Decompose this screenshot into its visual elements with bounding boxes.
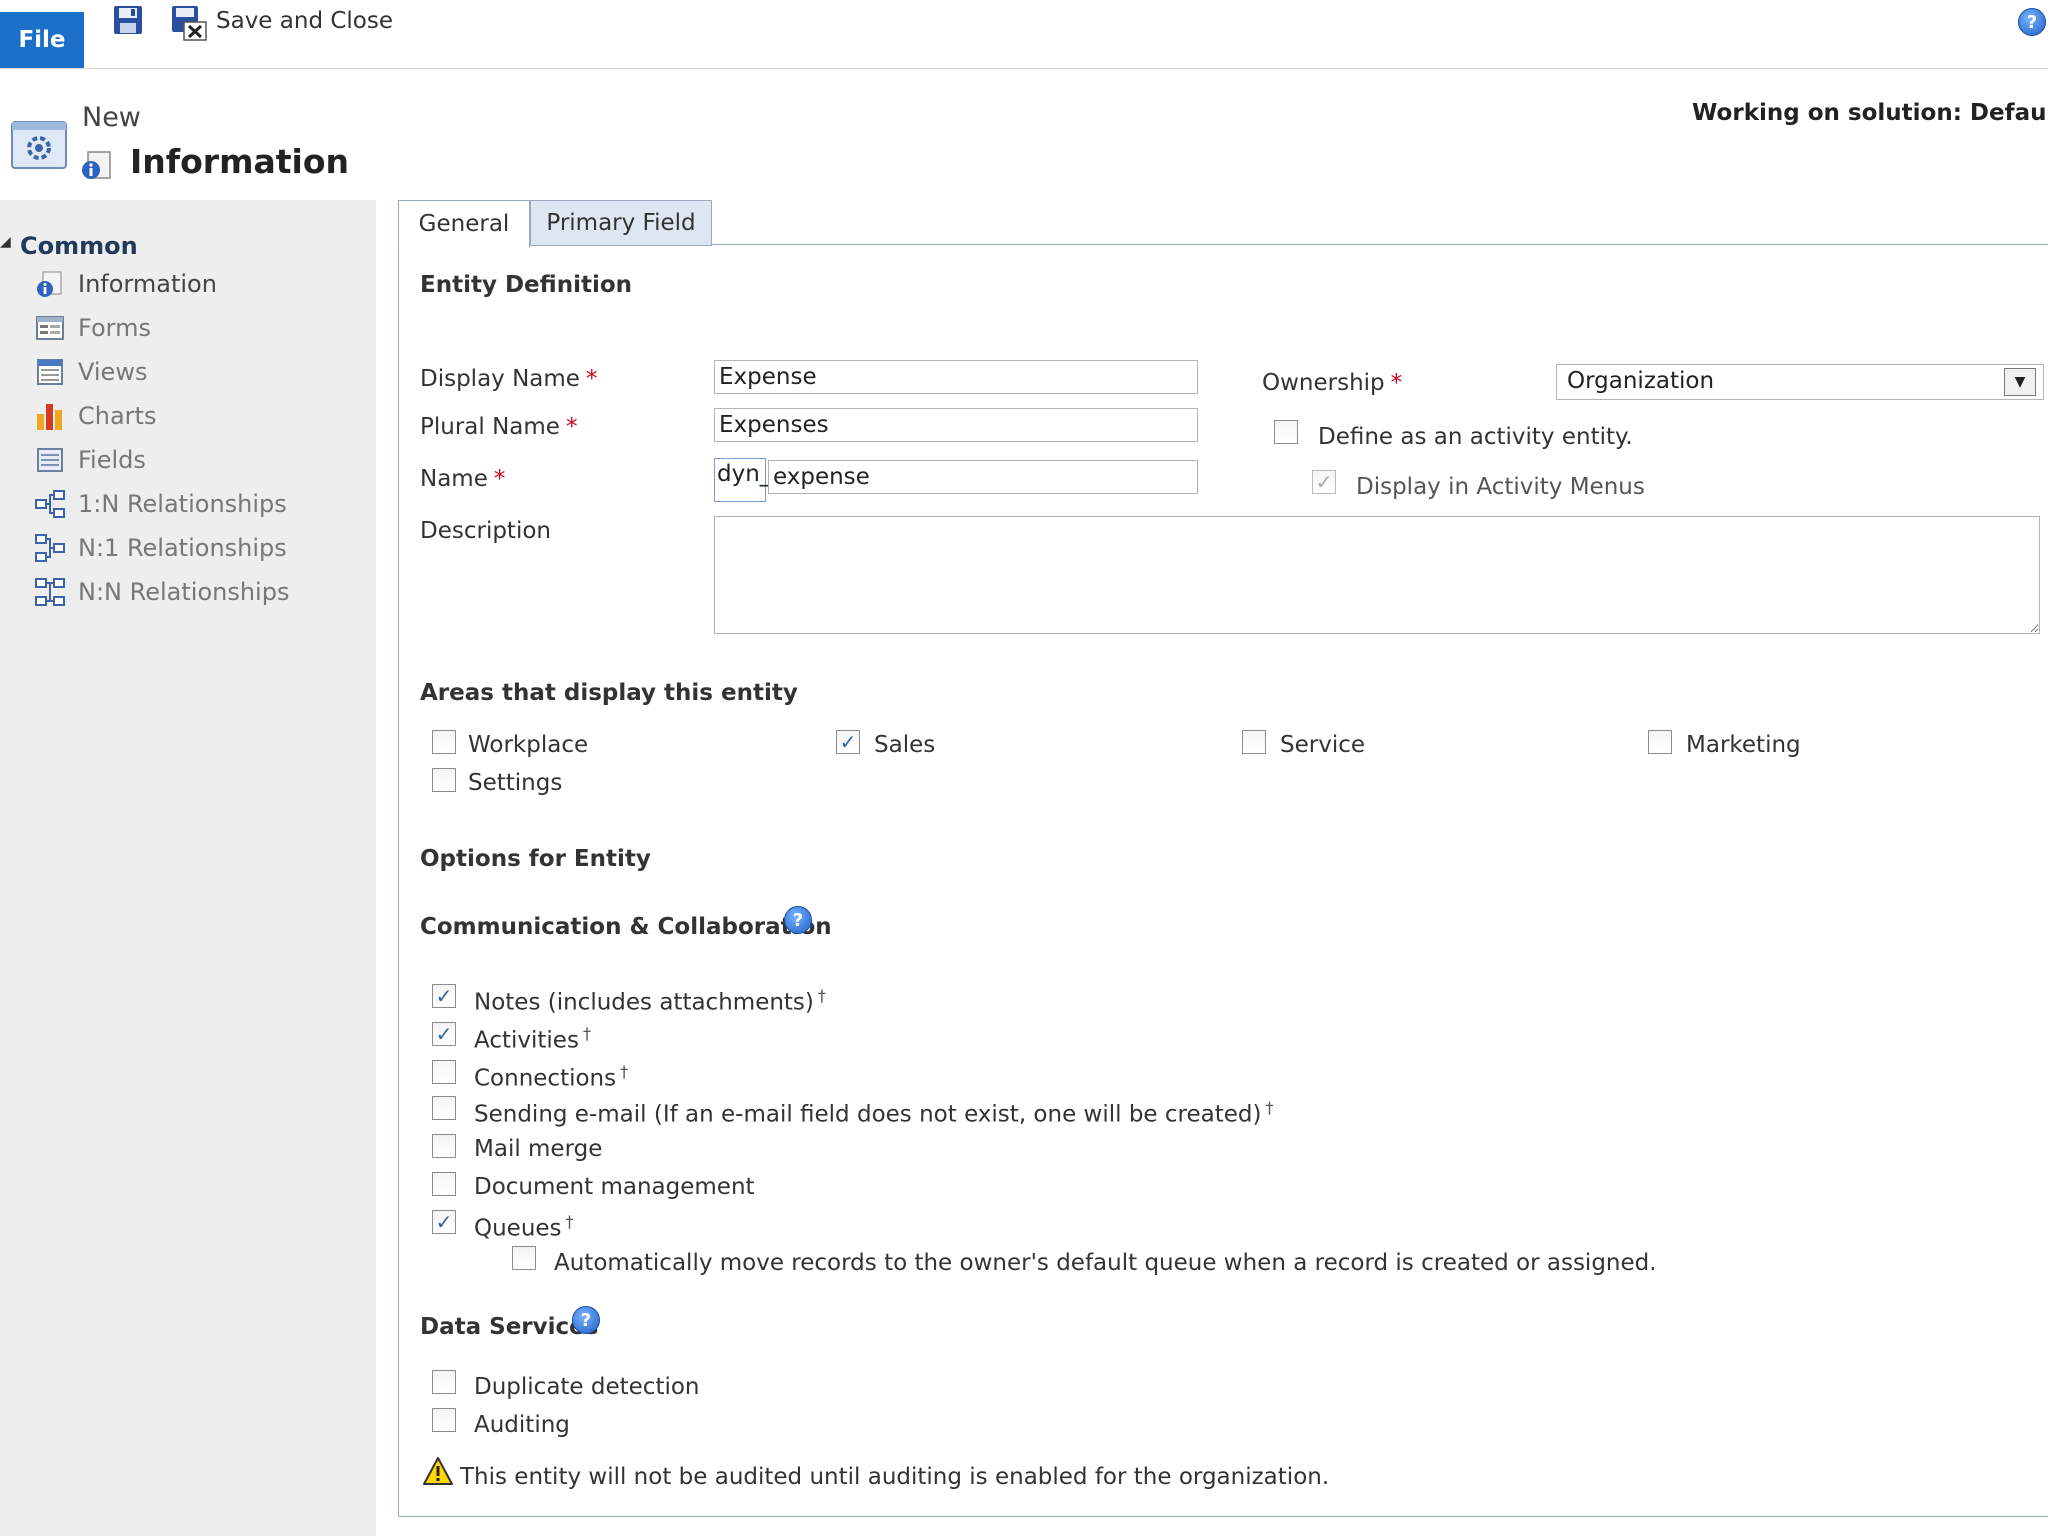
plural-name-label: Plural Name * [420, 414, 578, 440]
chevron-down-icon[interactable]: ▼ [2004, 368, 2036, 396]
communication-heading: Communication & Collaboration [420, 914, 832, 940]
queue-auto-move-checkbox[interactable] [512, 1246, 536, 1270]
sidebar-item-n1-relationships[interactable]: N:1 Relationships [34, 528, 287, 568]
sales-checkbox[interactable]: ✓ [836, 730, 860, 754]
save-icon[interactable] [112, 4, 144, 36]
name-label: Name * [420, 466, 506, 492]
workplace-checkbox[interactable] [432, 730, 456, 754]
name-field[interactable] [768, 460, 1198, 494]
activity-menus-checkbox[interactable]: ✓ [1312, 470, 1336, 494]
connections-label: Connections † [474, 1062, 629, 1092]
warning-icon [422, 1456, 454, 1490]
forms-icon [34, 312, 66, 344]
sidebar-item-label: Views [78, 358, 148, 386]
document-management-label: Document management [474, 1174, 755, 1200]
sidebar-item-label: Fields [78, 446, 146, 474]
help-icon[interactable]: ? [572, 1306, 600, 1334]
service-checkbox[interactable] [1242, 730, 1266, 754]
settings-checkbox[interactable] [432, 768, 456, 792]
display-name-field[interactable] [714, 360, 1198, 394]
queues-label: Queues † [474, 1212, 574, 1242]
page-title: Information [130, 142, 349, 181]
activity-entity-checkbox[interactable] [1274, 420, 1298, 444]
sidebar-item-label: Charts [78, 402, 157, 430]
ownership-select[interactable]: Organization [1556, 364, 2044, 400]
ownership-label: Ownership * [1262, 370, 1403, 396]
charts-icon [34, 400, 66, 432]
sidebar-item-label: N:N Relationships [78, 578, 290, 606]
sidebar-item-fields[interactable]: Fields [34, 440, 146, 480]
auditing-label: Auditing [474, 1412, 570, 1438]
help-icon[interactable]: ? [784, 906, 812, 934]
description-field[interactable] [714, 516, 2040, 634]
entity-settings-icon [10, 116, 68, 178]
auditing-warning: This entity will not be audited until au… [460, 1464, 1330, 1490]
activities-checkbox[interactable]: ✓ [432, 1022, 456, 1046]
areas-heading: Areas that display this entity [420, 680, 798, 706]
many-to-one-icon [34, 532, 66, 564]
activity-entity-label: Define as an activity entity. [1318, 424, 1633, 450]
collapse-arrow-icon[interactable]: ◢ [0, 234, 11, 250]
activities-label: Activities † [474, 1024, 591, 1054]
header-subtitle: New [82, 102, 141, 133]
notes-checkbox[interactable]: ✓ [432, 984, 456, 1008]
sidebar-item-label: Forms [78, 314, 151, 342]
sidebar-item-nn-relationships[interactable]: N:N Relationships [34, 572, 289, 612]
information-icon [34, 268, 66, 300]
queues-checkbox[interactable]: ✓ [432, 1210, 456, 1234]
name-prefix: dyn_ [714, 458, 771, 502]
sending-email-label: Sending e-mail (If an e-mail field does … [474, 1098, 1274, 1128]
help-icon[interactable]: ? [2018, 8, 2046, 36]
sidebar-item-1n-relationships[interactable]: 1:N Relationships [34, 484, 287, 524]
marketing-checkbox[interactable] [1648, 730, 1672, 754]
sidebar-item-charts[interactable]: Charts [34, 396, 156, 436]
many-to-many-icon [34, 576, 66, 608]
entity-definition-heading: Entity Definition [420, 272, 633, 298]
information-icon [80, 148, 114, 186]
duplicate-detection-label: Duplicate detection [474, 1374, 700, 1400]
tab-general[interactable]: General [398, 200, 530, 248]
sidebar-item-label: N:1 Relationships [78, 534, 287, 562]
fields-icon [34, 444, 66, 476]
settings-label: Settings [468, 770, 563, 796]
display-name-label: Display Name * [420, 366, 598, 392]
sidebar-item-label: 1:N Relationships [78, 490, 287, 518]
sidebar-item-views[interactable]: Views [34, 352, 147, 392]
one-to-many-icon [34, 488, 66, 520]
save-and-close-button[interactable]: Save and Close [216, 8, 393, 34]
sidebar-group-common[interactable]: Common [20, 232, 138, 260]
description-label: Description [420, 518, 551, 544]
queue-auto-move-label: Automatically move records to the owner'… [554, 1250, 1657, 1276]
sending-email-checkbox[interactable] [432, 1096, 456, 1120]
connections-checkbox[interactable] [432, 1060, 456, 1084]
solution-label: Working on solution: Default Sol [1692, 100, 2048, 126]
save-and-close-icon[interactable] [170, 4, 208, 42]
sidebar-item-forms[interactable]: Forms [34, 308, 151, 348]
activity-menus-label: Display in Activity Menus [1356, 474, 1645, 500]
notes-label: Notes (includes attachments) † [474, 986, 826, 1016]
mail-merge-label: Mail merge [474, 1136, 603, 1162]
service-label: Service [1280, 732, 1366, 758]
form-body [398, 244, 2048, 1517]
sidebar-item-information[interactable]: Information [34, 264, 217, 304]
duplicate-detection-checkbox[interactable] [432, 1370, 456, 1394]
file-button[interactable]: File [0, 12, 84, 68]
tab-primary-field[interactable]: Primary Field [530, 200, 712, 246]
sidebar-item-label: Information [78, 270, 217, 298]
options-heading: Options for Entity [420, 846, 651, 872]
mail-merge-checkbox[interactable] [432, 1134, 456, 1158]
sales-label: Sales [874, 732, 936, 758]
plural-name-field[interactable] [714, 408, 1198, 442]
views-icon [34, 356, 66, 388]
marketing-label: Marketing [1686, 732, 1801, 758]
document-management-checkbox[interactable] [432, 1172, 456, 1196]
auditing-checkbox[interactable] [432, 1408, 456, 1432]
workplace-label: Workplace [468, 732, 589, 758]
